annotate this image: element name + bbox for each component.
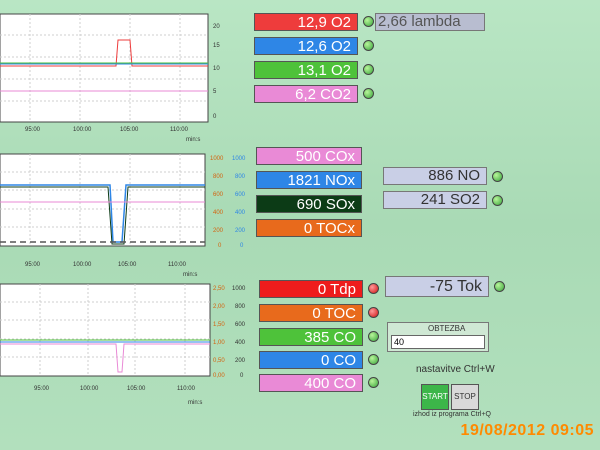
nox-value: 1821 NOx	[256, 171, 362, 189]
svg-text:5: 5	[213, 89, 217, 95]
svg-text:10: 10	[213, 66, 220, 72]
svg-text:0: 0	[240, 243, 244, 249]
obtezba-label: OBTEZBA	[428, 324, 466, 333]
right-axis-1: 20 15 10 5 0	[213, 24, 220, 120]
x-unit: min:s	[188, 400, 202, 406]
xtick: 95:00	[34, 386, 50, 392]
right-axis-2: 1000 800 600 400 200 0	[232, 156, 246, 249]
tok-value: -75 Tok	[385, 276, 489, 297]
svg-text:0: 0	[213, 114, 217, 120]
x-unit: min:s	[183, 272, 197, 278]
co-value-3: 400 CO	[259, 374, 363, 392]
so2-value: 241 SO2	[383, 191, 487, 209]
svg-text:1,00: 1,00	[213, 340, 225, 346]
screen: 20 15 10 5 0 95:00 100:00 105:00 110:00 min:…	[0, 0, 600, 450]
right-axis-1: 1000 800 600 400 200 0	[210, 156, 224, 249]
svg-text:1,50: 1,50	[213, 322, 225, 328]
status-led	[363, 40, 374, 51]
start-button[interactable]: START	[421, 384, 449, 410]
svg-text:0,50: 0,50	[213, 358, 225, 364]
xtick: 100:00	[73, 262, 92, 268]
svg-text:200: 200	[235, 228, 246, 234]
co2-value: 6,2 CO2	[254, 85, 358, 103]
svg-text:800: 800	[235, 174, 246, 180]
xtick: 110:00	[177, 386, 196, 392]
x-unit: min:s	[186, 137, 200, 143]
obtezba-group: OBTEZBA	[387, 322, 489, 352]
cox-value: 500 COx	[256, 147, 362, 165]
no-value: 886 NO	[383, 167, 487, 185]
svg-text:800: 800	[213, 174, 224, 180]
status-led	[368, 307, 379, 318]
svg-text:200: 200	[235, 358, 246, 364]
xtick: 95:00	[25, 127, 41, 133]
settings-shortcut: nastavitve Ctrl+W	[416, 364, 495, 375]
tocx-value: 0 TOCx	[256, 219, 362, 237]
lambda-value: 2,66 lambda	[375, 13, 485, 31]
status-led	[492, 171, 503, 182]
xtick: 100:00	[80, 386, 99, 392]
o2-value-3: 13,1 O2	[254, 61, 358, 79]
svg-text:600: 600	[235, 322, 246, 328]
svg-text:1000: 1000	[232, 156, 246, 162]
obtezba-input[interactable]	[391, 335, 485, 349]
svg-text:600: 600	[235, 192, 246, 198]
svg-text:400: 400	[235, 210, 246, 216]
status-led	[363, 88, 374, 99]
right-axis-1: 2,50 2,00 1,50 1,00 0,50 0,00	[213, 286, 225, 379]
xtick: 110:00	[170, 127, 189, 133]
status-led	[368, 377, 379, 388]
svg-text:200: 200	[213, 228, 224, 234]
svg-text:1000: 1000	[232, 286, 246, 292]
status-led	[368, 331, 379, 342]
status-led	[492, 195, 503, 206]
chart-co: 2,50 2,00 1,50 1,00 0,50 0,00 1000 800 600 400 20…	[0, 283, 252, 409]
chart-cox: 1000 800 600 400 200 0 1000 800 600 400 200 0 95:0…	[0, 153, 250, 279]
xtick: 95:00	[25, 262, 41, 268]
status-led	[368, 283, 379, 294]
svg-text:0: 0	[240, 373, 244, 379]
svg-text:800: 800	[235, 304, 246, 310]
xtick: 105:00	[120, 127, 139, 133]
tdp-value: 0 Tdp	[259, 280, 363, 298]
svg-text:400: 400	[213, 210, 224, 216]
xtick: 105:00	[127, 386, 146, 392]
o2-value-2: 12,6 O2	[254, 37, 358, 55]
status-led	[494, 281, 505, 292]
status-led	[368, 354, 379, 365]
status-led	[363, 64, 374, 75]
right-axis-2: 1000 800 600 400 200 0	[232, 286, 246, 379]
xtick: 100:00	[73, 127, 92, 133]
co-value-1: 385 CO	[259, 328, 363, 346]
timestamp: 19/08/2012 09:05	[460, 422, 594, 439]
chart-o2: 20 15 10 5 0 95:00 100:00 105:00 110:00 min:…	[0, 13, 240, 144]
svg-text:0,00: 0,00	[213, 373, 225, 379]
status-led	[363, 16, 374, 27]
svg-text:600: 600	[213, 192, 224, 198]
svg-text:20: 20	[213, 24, 220, 30]
stop-button[interactable]: STOP	[451, 384, 479, 410]
xtick: 105:00	[118, 262, 137, 268]
exit-hint: izhod iz programa Ctrl+Q	[413, 411, 492, 418]
svg-text:2,00: 2,00	[213, 304, 225, 310]
svg-text:400: 400	[235, 340, 246, 346]
xtick: 110:00	[168, 262, 187, 268]
co-value-2: 0 CO	[259, 351, 363, 369]
svg-text:15: 15	[213, 43, 220, 49]
toc-value: 0 TOC	[259, 304, 363, 322]
svg-text:0: 0	[218, 243, 222, 249]
svg-text:2,50: 2,50	[213, 286, 225, 292]
o2-value-1: 12,9 O2	[254, 13, 358, 31]
sox-value: 690 SOx	[256, 195, 362, 213]
svg-text:1000: 1000	[210, 156, 224, 162]
